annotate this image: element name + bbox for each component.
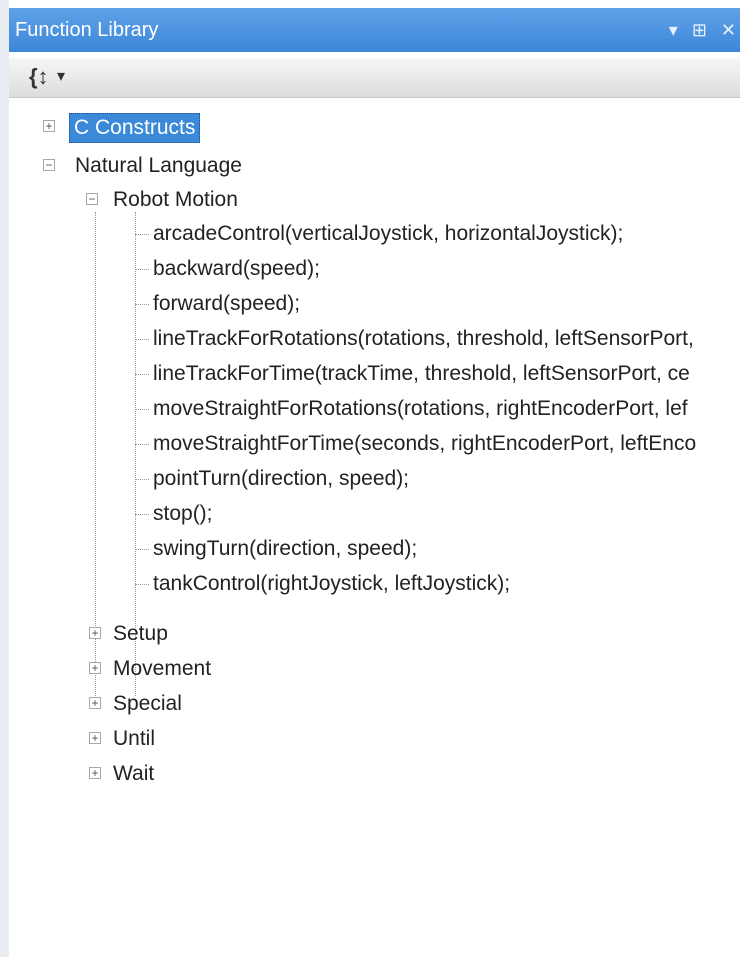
expand-icon[interactable]: +: [89, 697, 101, 709]
tree-node-wait[interactable]: Wait: [113, 760, 154, 788]
dock-icon[interactable]: ⊞: [692, 8, 707, 52]
function-item[interactable]: moveStraightForTime(seconds, rightEncode…: [153, 430, 696, 458]
tree-node-setup[interactable]: Setup: [113, 620, 168, 648]
pin-dropdown-icon[interactable]: ▾: [669, 8, 678, 52]
function-item[interactable]: moveStraightForRotations(rotations, righ…: [153, 395, 688, 423]
close-icon[interactable]: ✕: [721, 8, 736, 52]
tree-node-special[interactable]: Special: [113, 690, 182, 718]
expand-icon[interactable]: +: [89, 767, 101, 779]
sort-icon[interactable]: {↕: [29, 64, 49, 90]
expand-icon[interactable]: +: [89, 627, 101, 639]
chevron-down-icon[interactable]: ▾: [57, 66, 65, 86]
collapse-icon[interactable]: −: [86, 193, 98, 205]
function-item[interactable]: arcadeControl(verticalJoystick, horizont…: [153, 220, 623, 248]
tree-node-natural-language[interactable]: Natural Language: [75, 152, 242, 180]
function-item[interactable]: lineTrackForRotations(rotations, thresho…: [153, 325, 694, 353]
tree-node-robot-motion[interactable]: Robot Motion: [113, 186, 238, 214]
function-item[interactable]: swingTurn(direction, speed);: [153, 535, 417, 563]
tree-node-movement[interactable]: Movement: [113, 655, 211, 683]
function-item[interactable]: pointTurn(direction, speed);: [153, 465, 409, 493]
collapse-icon[interactable]: −: [43, 159, 55, 171]
function-item[interactable]: stop();: [153, 500, 213, 528]
toolbar: {↕ ▾: [9, 58, 740, 98]
expand-icon[interactable]: +: [89, 662, 101, 674]
function-item[interactable]: forward(speed);: [153, 290, 300, 318]
function-item[interactable]: backward(speed);: [153, 255, 320, 283]
function-item[interactable]: lineTrackForTime(trackTime, threshold, l…: [153, 360, 690, 388]
tree-connector: [95, 212, 96, 696]
function-library-panel: Function Library ▾ ⊞ ✕ {↕ ▾ + C Construc…: [0, 0, 740, 957]
window-buttons: ▾ ⊞ ✕: [669, 8, 736, 52]
expand-icon[interactable]: +: [89, 732, 101, 744]
tree-node-until[interactable]: Until: [113, 725, 155, 753]
expand-icon[interactable]: +: [43, 120, 55, 132]
function-item[interactable]: tankControl(rightJoystick, leftJoystick)…: [153, 570, 510, 598]
panel-title: Function Library: [15, 19, 159, 41]
tree-node-c-constructs[interactable]: C Constructs: [69, 113, 201, 143]
panel-title-bar[interactable]: Function Library ▾ ⊞ ✕: [9, 8, 740, 52]
